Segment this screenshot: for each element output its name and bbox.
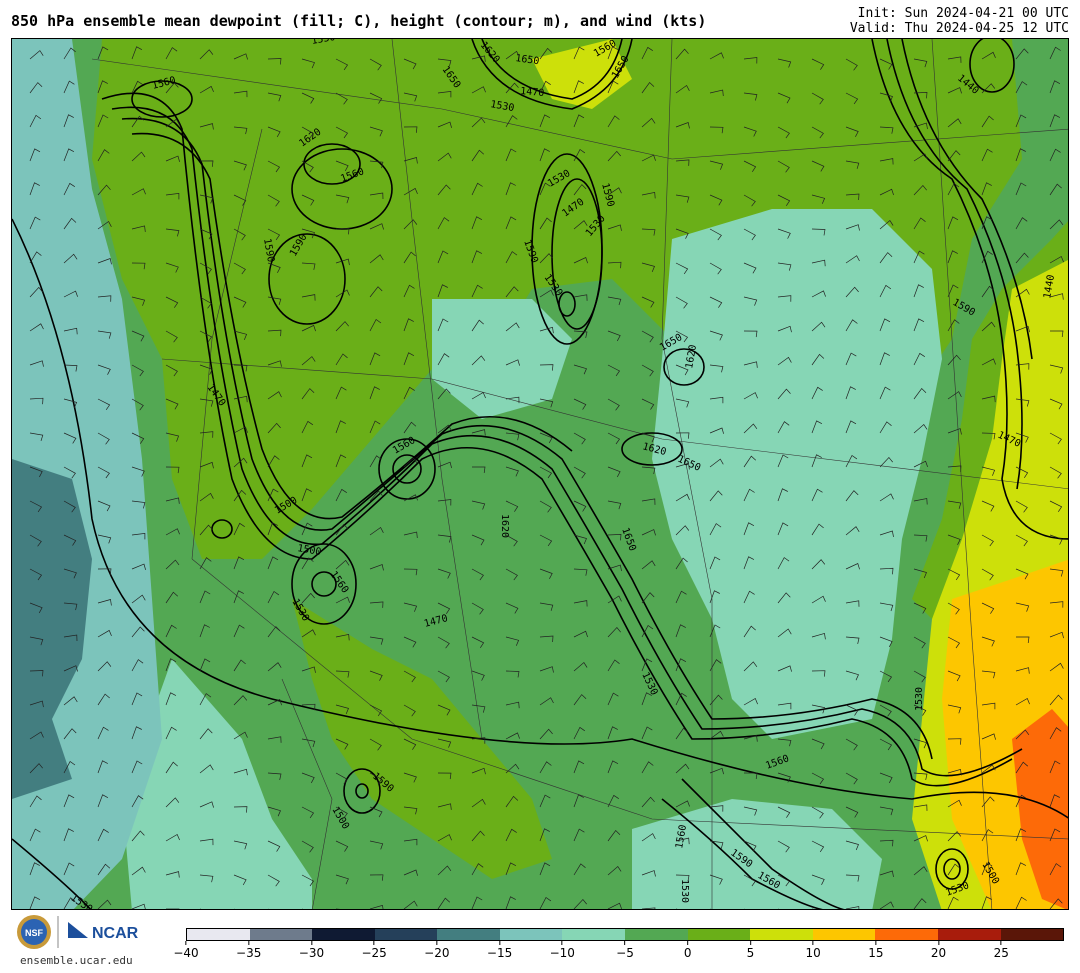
colorbar-tick-label: −5 [616,946,634,960]
colorbar-tick: −25 [361,941,387,960]
colorbar-tick: 15 [868,941,883,960]
wind-barb [336,908,341,909]
contour-label: 1470 [520,86,545,99]
wind-barb [744,908,745,909]
map-title: 850 hPa ensemble mean dewpoint (fill; C)… [11,12,707,30]
colorbar-tick-label: 25 [993,946,1009,960]
colorbar-segment [875,929,938,940]
colorbar-tick-label: 5 [746,946,755,960]
wind-barb [812,908,815,909]
contour-label: 1620 [499,514,510,538]
colorbar-segment [249,929,313,940]
colorbar-tick: −15 [487,941,512,960]
colorbar-tick-label: −20 [424,946,450,960]
colorbar-segment [812,929,876,940]
colorbar-segment [437,929,500,940]
colorbar-tick-label: −30 [298,946,325,960]
colorbar [186,928,1064,941]
colorbar-tick: −35 [236,941,261,960]
wind-barb [710,908,711,909]
site-url: ensemble.ucar.edu [20,954,133,967]
colorbar-segment [937,929,1001,940]
colorbar-tick-label: −40 [173,946,199,960]
colorbar-tick-label: 20 [930,946,947,960]
colorbar-tick-label: −15 [486,946,513,960]
wind-barb [268,908,269,909]
colorbar-segment [187,929,250,940]
colorbar-segment [312,929,375,940]
wind-barb [234,908,235,909]
colorbar-segment [625,929,688,940]
map-panel: 1560 1620 1530 1650 1470 1530 1560 1650 1650 1620… [11,38,1069,910]
wind-barb [302,908,303,909]
colorbar-tick: 10 [806,941,821,960]
colorbar-tick-label: 15 [868,946,884,960]
colorbar-tick-label: −10 [549,946,575,960]
colorbar-segment [562,929,626,940]
ncar-logo-text: NCAR [92,925,139,942]
colorbar-tick: 5 [746,941,755,960]
wind-barb [778,908,779,909]
wind-barb [166,908,180,909]
nsf-logo-text: NSF [25,928,44,938]
colorbar-segment [1000,929,1064,940]
colorbar-tick: −5 [616,941,634,960]
colorbar-tick: −10 [550,941,575,960]
colorbar-tick: −30 [299,941,324,960]
colorbar-tick-label: 0 [683,946,692,960]
colorbar-ticks: −40 −35 −30 −25 −20 −15 −10 −5 0 5 10 15 20 25 [173,941,1064,971]
colorbar-tick: 25 [994,941,1009,960]
colorbar-tick: 0 [684,941,692,960]
colorbar-tick-label: −35 [236,946,262,960]
colorbar-segment [499,929,563,940]
dewpoint-map: 15601620153016501470153015601650 16501620… [12,39,1068,909]
colorbar-tick: −20 [424,941,450,960]
ncar-logo: NCAR [68,922,139,942]
init-time: Init: Sun 2024-04-21 00 UTC [857,6,1069,21]
wind-barb [200,908,202,909]
colorbar-segment [374,929,438,940]
wind-barb [676,908,678,909]
colorbar-tick: −40 [173,941,199,960]
contour-label: 1530 [679,879,690,903]
colorbar-segment [687,929,751,940]
colorbar-segment [750,929,813,940]
colorbar-tick: 20 [931,941,946,960]
valid-time: Valid: Thu 2024-04-25 12 UTC [849,21,1069,36]
colorbar-tick-label: 10 [805,946,821,960]
colorbar-tick-label: −25 [361,946,387,960]
nsf-logo: NSF [17,915,51,949]
